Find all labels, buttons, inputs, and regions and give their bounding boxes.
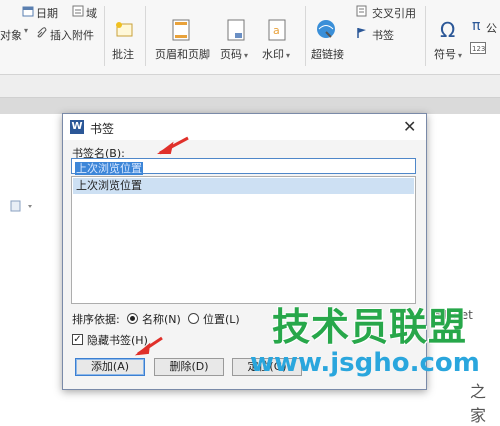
watermark-corner: 之家 [470,382,487,425]
watermark-brand: 技术员联盟 [272,305,468,349]
watermark-url: www.jsgho.com [250,348,480,378]
